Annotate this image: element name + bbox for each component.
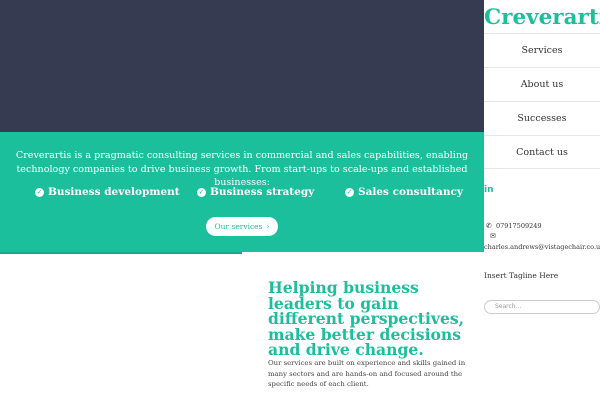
feature-list: ✓ Business development ✓ Business strate… [0,186,484,202]
check-circle-icon: ✓ [35,187,44,197]
linkedin-icon[interactable]: in [484,185,494,195]
tagline: Insert Tagline Here [484,271,559,280]
nav-item-about-us[interactable]: About us [484,67,600,101]
our-services-label: Our services [214,222,263,231]
main-headline: Helping business leaders to gain differe… [268,278,465,359]
sidebar: Creverartis. Services About us Successes… [484,0,600,400]
section-divider [0,252,242,254]
feature-label: Business strategy [210,186,315,198]
nav-item-contact-us[interactable]: Contact us [484,135,600,169]
nav-item-services[interactable]: Services [484,33,600,67]
our-services-button[interactable]: Our services › [206,217,278,236]
envelope-icon: ✉ [490,232,496,240]
hero-banner [0,0,484,132]
feature-business-development: ✓ Business development [35,186,180,198]
phone-icon: ✆ [486,222,492,230]
site-logo[interactable]: Creverartis. [484,5,600,31]
feature-business-strategy: ✓ Business strategy [197,186,314,198]
email-address[interactable]: charles.andrews@vistagechair.co.uk [484,243,600,251]
search-input[interactable]: Search... [484,300,600,314]
check-circle-icon: ✓ [345,187,354,197]
feature-label: Sales consultancy [358,186,463,198]
phone-number[interactable]: 07917509249 [496,222,542,230]
nav-item-successes[interactable]: Successes [484,101,600,135]
feature-sales-consultancy: ✓ Sales consultancy [345,186,463,198]
services-paragraph: Our services are built on experience and… [268,359,466,388]
intro-text: Creverartis is a pragmatic consulting se… [15,150,469,188]
feature-label: Business development [48,186,180,198]
check-circle-icon: ✓ [197,187,206,197]
chevron-right-icon: › [266,222,270,231]
